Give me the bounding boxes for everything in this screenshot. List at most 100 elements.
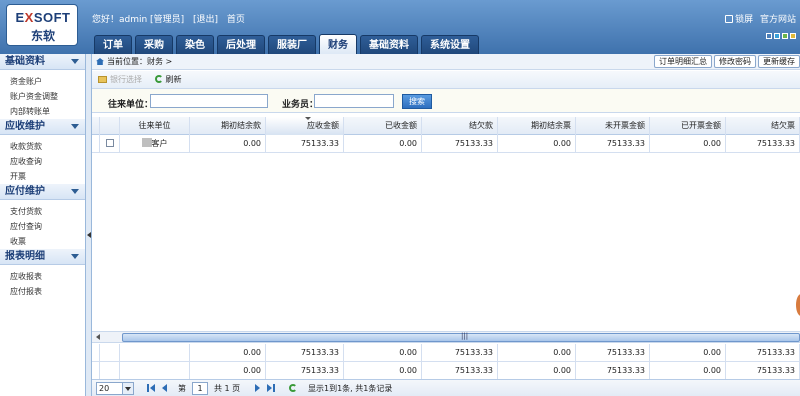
col-uninvoiced[interactable]: 未开票金额 (576, 117, 650, 135)
col-received[interactable]: 已收金额 (344, 117, 422, 135)
footer-value: 75133.33 (576, 344, 650, 362)
salesman-input[interactable] (314, 94, 394, 108)
change-password-button[interactable]: 修改密码 (714, 55, 756, 68)
tab-post-processing[interactable]: 后处理 (217, 35, 265, 54)
sidebar-group-payable[interactable]: 应付维护 (0, 184, 85, 200)
footer-value: 0.00 (498, 344, 576, 362)
scroll-left-icon[interactable] (96, 334, 100, 340)
lock-icon (725, 15, 734, 23)
cell-value: 0.00 (498, 135, 576, 153)
footer-value: 0.00 (498, 362, 576, 380)
sidebar-item-internal-transfer[interactable]: 内部转账单 (0, 104, 85, 119)
breadcrumb-bar: 当前位置：财务 > 订单明细汇总 修改密码 更新缓存 (92, 54, 800, 70)
horizontal-scrollbar[interactable]: ||| (92, 331, 800, 343)
chevron-down-icon[interactable] (122, 383, 133, 394)
main-content: 当前位置：财务 > 订单明细汇总 修改密码 更新缓存 银行选择 刷新 往来单位： 业… (92, 54, 800, 396)
page-label: 第 (178, 384, 186, 393)
cell-value: 0.00 (190, 135, 266, 153)
refresh-icon[interactable] (289, 384, 297, 392)
last-page-icon[interactable] (267, 384, 272, 392)
footer-value: 75133.33 (266, 362, 344, 380)
col-receivable[interactable]: 应收金额 (266, 117, 344, 135)
footer-value: 75133.33 (576, 362, 650, 380)
collapse-arrow-icon[interactable] (87, 232, 91, 238)
official-site-link[interactable]: 官方网站 (760, 15, 796, 25)
sidebar-item-receivable-query[interactable]: 应收查询 (0, 154, 85, 169)
footer-value: 75133.33 (266, 344, 344, 362)
sort-arrow-icon (304, 117, 311, 120)
footer-row: 0.00 75133.33 0.00 75133.33 0.00 75133.3… (92, 362, 800, 380)
col-outstanding[interactable]: 结欠款 (422, 117, 498, 135)
page-number-input[interactable]: 1 (192, 382, 208, 395)
logo-text-soft: SOFT (33, 10, 71, 25)
sidebar-group-receivable[interactable]: 应收维护 (0, 119, 85, 135)
refresh-icon (154, 75, 163, 83)
tab-system-settings[interactable]: 系统设置 (421, 35, 479, 54)
first-page-icon[interactable] (150, 384, 155, 392)
floating-handle[interactable] (796, 294, 800, 316)
pagination-bar: 20 第 1 共 1 页 显示1到1条, 共1条记录 (92, 379, 800, 396)
footer-value: 0.00 (650, 344, 726, 362)
partner-input[interactable] (150, 94, 268, 108)
col-receivable-label: 应收金额 (307, 121, 339, 130)
sidebar-item-pay-goods[interactable]: 支付货款 (0, 204, 85, 219)
tab-purchase[interactable]: 采购 (135, 35, 173, 54)
tab-orders[interactable]: 订单 (94, 35, 132, 54)
search-bar: 往来单位： 业务员： 搜索 (92, 89, 800, 113)
footer-value: 75133.33 (422, 362, 498, 380)
app-logo: EXSOFT 东软 (6, 4, 78, 46)
theme-yellow[interactable] (790, 33, 796, 39)
footer-value: 75133.33 (422, 344, 498, 362)
prev-page-icon[interactable] (162, 384, 167, 392)
col-invoice-outstanding[interactable]: 结欠票 (726, 117, 800, 135)
logout-link[interactable]: [退出] (193, 15, 218, 25)
tab-basic-data[interactable]: 基础资料 (360, 35, 418, 54)
col-opening-balance[interactable]: 期初结余款 (190, 117, 266, 135)
sidebar-item-account-adjust[interactable]: 账户资金调整 (0, 89, 85, 104)
footer-value: 0.00 (190, 362, 266, 380)
theme-cyan[interactable] (774, 33, 780, 39)
tab-garment-factory[interactable]: 服装厂 (268, 35, 316, 54)
sidebar-group-basic[interactable]: 基础资料 (0, 54, 85, 70)
next-page-icon[interactable] (255, 384, 260, 392)
footer-value: 0.00 (650, 362, 726, 380)
scrollbar-thumb[interactable]: ||| (122, 332, 800, 342)
sidebar-group-title: 应付维护 (5, 186, 45, 197)
sidebar-item-fund-account[interactable]: 资金账户 (0, 74, 85, 89)
top-right-links: 锁屏 官方网站 (725, 12, 796, 25)
logo-text-x: X (24, 10, 34, 25)
page-size-select[interactable]: 20 (96, 382, 134, 395)
sidebar-item-payable-report[interactable]: 应付报表 (0, 284, 85, 299)
sidebar-group-reports[interactable]: 报表明细 (0, 249, 85, 265)
theme-green[interactable] (782, 33, 788, 39)
tab-dyeing[interactable]: 染色 (176, 35, 214, 54)
cell-value: 75133.33 (726, 135, 800, 153)
scroll-grip: ||| (461, 332, 469, 340)
sidebar-group-title: 基础资料 (5, 56, 45, 67)
row-checkbox[interactable] (105, 139, 114, 147)
tab-finance[interactable]: 财务 (319, 34, 357, 55)
order-summary-button[interactable]: 订单明细汇总 (654, 55, 712, 68)
sidebar-item-payable-query[interactable]: 应付查询 (0, 219, 85, 234)
update-cache-button[interactable]: 更新缓存 (758, 55, 800, 68)
col-opening-invoice[interactable]: 期初结余票 (498, 117, 576, 135)
footer-row: 0.00 75133.33 0.00 75133.33 0.00 75133.3… (92, 344, 800, 362)
col-invoiced[interactable]: 已开票金额 (650, 117, 726, 135)
data-grid: 往来单位 期初结余款 应收金额 已收金额 结欠款 期初结余票 未开票金额 已开票… (92, 117, 800, 153)
cell-value: 75133.33 (266, 135, 344, 153)
sidebar-item-receivable-report[interactable]: 应收报表 (0, 269, 85, 284)
lock-screen-link[interactable]: 锁屏 (735, 15, 753, 25)
sidebar-item-invoice[interactable]: 开票 (0, 169, 85, 184)
home-link[interactable]: 首页 (227, 15, 245, 25)
search-button[interactable]: 搜索 (402, 94, 432, 109)
logo-text-e: E (15, 10, 25, 25)
col-partner[interactable]: 往来单位 (120, 117, 190, 135)
refresh-button[interactable]: 刷新 (166, 75, 182, 84)
table-row[interactable]: 客户 0.00 75133.33 0.00 75133.33 0.00 7513… (92, 135, 800, 153)
bank-select-button[interactable]: 银行选择 (110, 75, 142, 84)
theme-blue[interactable] (766, 33, 772, 39)
app-header: EXSOFT 东软 您好！admin [管理员] [退出] 首页 锁屏 官方网站… (0, 0, 800, 55)
sidebar-item-receive-payment[interactable]: 收款货款 (0, 139, 85, 154)
sidebar-item-receive-invoice[interactable]: 收票 (0, 234, 85, 249)
greeting-text: 您好！admin [管理员] (92, 15, 185, 25)
